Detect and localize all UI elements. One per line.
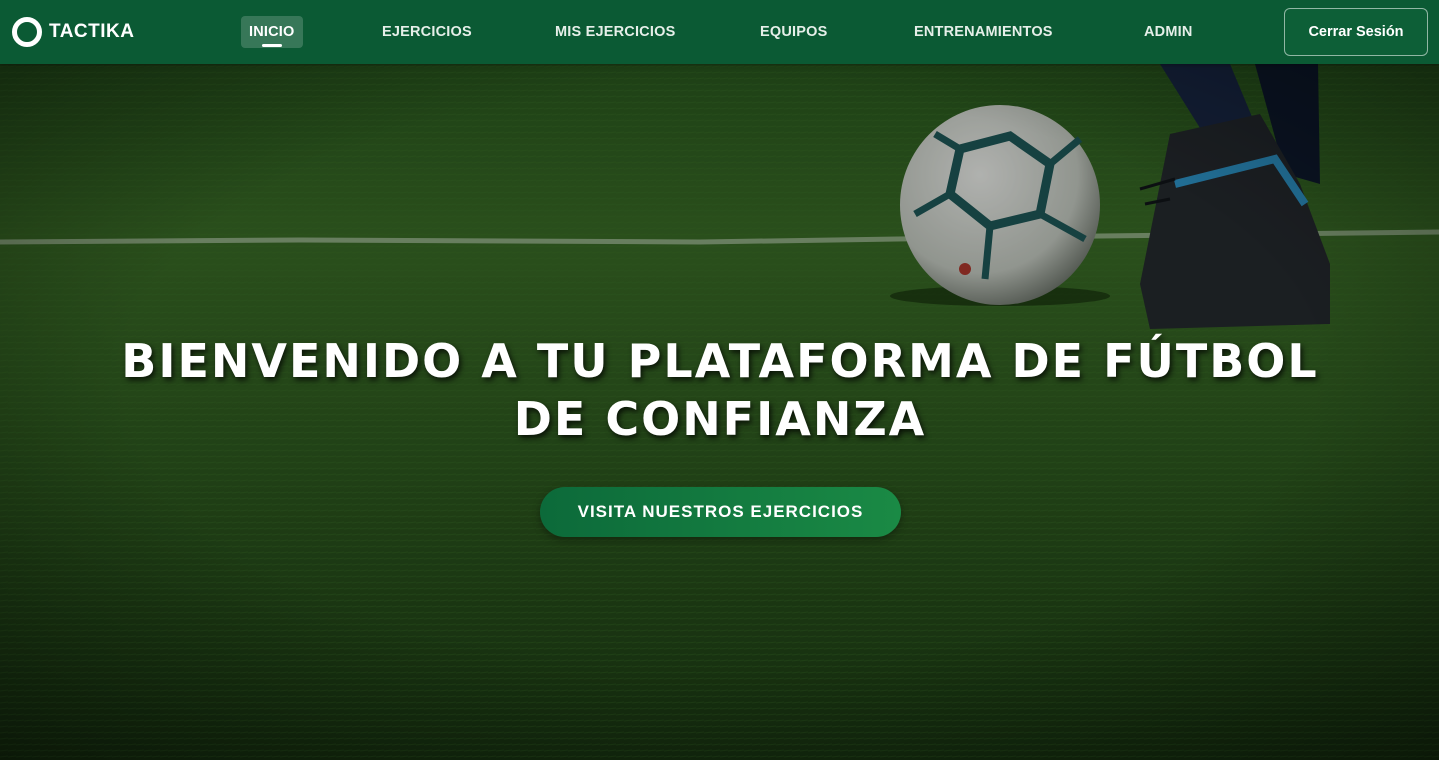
nav-item-entrenamientos[interactable]: ENTRENAMIENTOS <box>906 16 1061 48</box>
hero-section: BIENVENIDO A TU PLATAFORMA DE FÚTBOL DE … <box>0 64 1439 760</box>
logout-button[interactable]: Cerrar Sesión <box>1284 8 1428 56</box>
top-navbar: TACTIKA INICIO EJERCICIOS MIS EJERCICIOS… <box>0 0 1439 64</box>
visit-exercises-button[interactable]: VISITA NUESTROS EJERCICIOS <box>540 487 901 537</box>
nav-item-inicio[interactable]: INICIO <box>241 16 303 48</box>
brand-logo-link[interactable]: TACTIKA <box>12 17 134 47</box>
nav-item-equipos[interactable]: EQUIPOS <box>752 16 835 48</box>
brand-name: TACTIKA <box>49 21 135 42</box>
nav-item-mis-ejercicios[interactable]: MIS EJERCICIOS <box>547 16 683 48</box>
nav-item-admin[interactable]: ADMIN <box>1136 16 1201 48</box>
ring-logo-icon <box>12 17 42 47</box>
nav-item-ejercicios[interactable]: EJERCICIOS <box>374 16 480 48</box>
hero-title: BIENVENIDO A TU PLATAFORMA DE FÚTBOL DE … <box>121 334 1319 446</box>
